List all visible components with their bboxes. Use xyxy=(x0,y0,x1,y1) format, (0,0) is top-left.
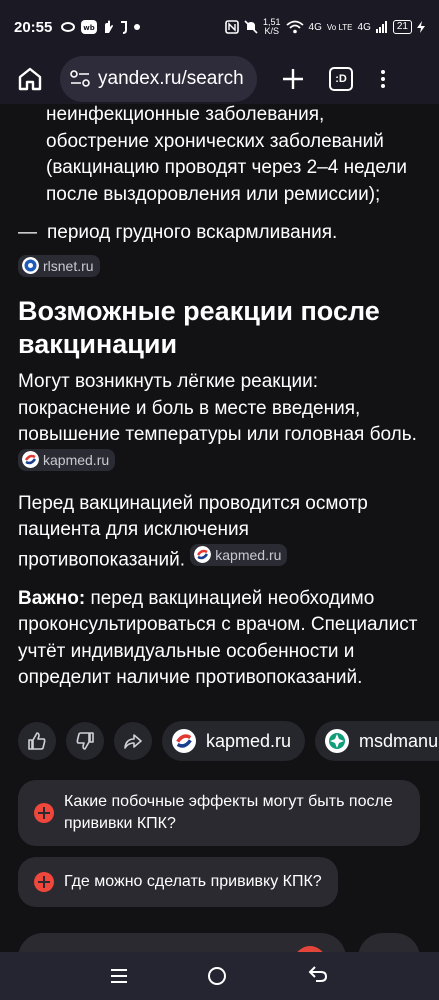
pill-label: msdmanuals xyxy=(359,730,439,751)
paragraph: Перед вакцинацией проводится осмотр паци… xyxy=(18,492,368,571)
list-item: — период грудного вскармливания. xyxy=(18,220,421,247)
url-text: yandex.ru/search xyxy=(98,68,244,89)
menu-line-icon xyxy=(110,975,127,977)
menu-dot-icon xyxy=(381,77,385,81)
secondary-button[interactable] xyxy=(358,933,420,952)
kapmed-logo-icon xyxy=(194,546,212,563)
wifi-icon xyxy=(285,20,304,34)
hook-icon xyxy=(121,21,128,34)
dot-icon xyxy=(134,24,141,30)
status-time: 20:55 xyxy=(14,18,53,36)
section-heading: Возможные реакции после вакцинации xyxy=(18,296,380,359)
hand-icon xyxy=(105,20,114,33)
list-item-text: неинфекционные заболевания, обострение х… xyxy=(46,104,407,205)
menu-dot-icon xyxy=(381,84,385,88)
kapmed-logo-icon xyxy=(172,729,196,753)
suggestion-chip[interactable]: Где можно сделать прививку КПК? xyxy=(18,857,338,907)
source-label: kapmed.ru xyxy=(43,451,110,468)
network-speed: 1,51 K/S xyxy=(263,17,281,36)
source-badge-kapmed[interactable]: kapmed.ru xyxy=(190,543,288,566)
more-menu-button[interactable] xyxy=(381,70,385,88)
system-icons: 1,51 K/S 4G Vo LTE 4G 21 xyxy=(225,18,425,36)
charging-icon xyxy=(417,21,425,33)
home-icon xyxy=(18,67,42,91)
list-dash xyxy=(18,104,36,208)
share-icon xyxy=(124,734,142,749)
plus-circle-icon xyxy=(34,872,54,892)
site-settings-icon xyxy=(70,70,90,87)
source-pill-kapmed[interactable]: kapmed.ru xyxy=(162,721,306,761)
dislike-button[interactable] xyxy=(66,722,104,760)
important-label: Важно: xyxy=(18,587,86,609)
thumbs-down-icon xyxy=(76,732,94,750)
suggestion-text: Где можно сделать прививку КПК? xyxy=(64,873,322,890)
status-bar: 20:55 wb 1,51 K/S 4G Vo LTE 4G 21 xyxy=(0,0,439,54)
signal-icon xyxy=(375,21,387,33)
vk-icon: wb xyxy=(81,20,98,34)
network-label-1: 4G xyxy=(308,21,322,33)
search-input[interactable] xyxy=(18,933,346,952)
share-button[interactable] xyxy=(114,722,152,760)
back-arrow-icon xyxy=(308,965,328,982)
list-dash: — xyxy=(18,222,37,243)
kapmed-logo-icon xyxy=(22,451,39,468)
page-content: неинфекционные заболевания, обострение х… xyxy=(0,104,439,952)
address-bar[interactable]: yandex.ru/search xyxy=(60,56,257,102)
source-label: rlsnet.ru xyxy=(43,257,94,274)
suggestion-text: Какие побочные эффекты могут быть после … xyxy=(64,793,393,832)
new-tab-button[interactable] xyxy=(275,59,311,99)
system-nav-bar xyxy=(0,952,439,1000)
notification-icons: wb xyxy=(60,20,141,34)
article: неинфекционные заболевания, обострение х… xyxy=(0,104,439,692)
source-pill-msdmanuals[interactable]: msdmanuals xyxy=(315,721,439,761)
msdmanuals-logo-icon xyxy=(325,729,350,753)
home-button[interactable] xyxy=(10,59,50,99)
pill-label: kapmed.ru xyxy=(206,730,292,751)
back-button[interactable] xyxy=(308,965,328,988)
paragraph: Важно: перед вакцинацией необходимо прок… xyxy=(18,587,418,689)
thumbs-up-icon xyxy=(28,732,46,750)
network-label-2: Vo LTE xyxy=(326,22,353,32)
plus-circle-icon xyxy=(34,803,54,823)
rlsnet-logo-icon xyxy=(22,257,39,274)
paragraph: Могут возникнуть лёгкие реакции: покрасн… xyxy=(18,369,421,479)
source-row: rlsnet.ru xyxy=(18,254,421,282)
source-badge-rlsnet[interactable]: rlsnet.ru xyxy=(18,254,100,277)
source-label: kapmed.ru xyxy=(215,546,282,563)
source-badge-kapmed[interactable]: kapmed.ru xyxy=(18,448,116,471)
svg-text:wb: wb xyxy=(84,24,95,32)
tabs-button[interactable]: :D xyxy=(329,67,353,91)
home-nav-button[interactable] xyxy=(208,967,227,985)
nfc-icon xyxy=(225,20,239,34)
list-item: неинфекционные заболевания, обострение х… xyxy=(18,104,421,208)
list-item-text: период грудного вскармливания. xyxy=(47,222,338,243)
plus-icon xyxy=(283,69,303,89)
battery-indicator: 21 xyxy=(392,20,412,34)
menu-line-icon xyxy=(110,981,127,983)
action-row: kapmed.ru msdmanuals xyxy=(18,721,439,761)
ring-icon xyxy=(61,22,76,32)
recents-button[interactable] xyxy=(110,969,127,983)
like-button[interactable] xyxy=(18,722,56,760)
menu-line-icon xyxy=(110,969,127,971)
suggestion-chip[interactable]: Какие побочные эффекты могут быть после … xyxy=(18,780,420,846)
menu-dot-icon xyxy=(381,70,385,74)
mute-icon xyxy=(244,20,258,34)
network-label-3: 4G xyxy=(357,21,371,33)
browser-toolbar: yandex.ru/search :D xyxy=(0,54,439,104)
